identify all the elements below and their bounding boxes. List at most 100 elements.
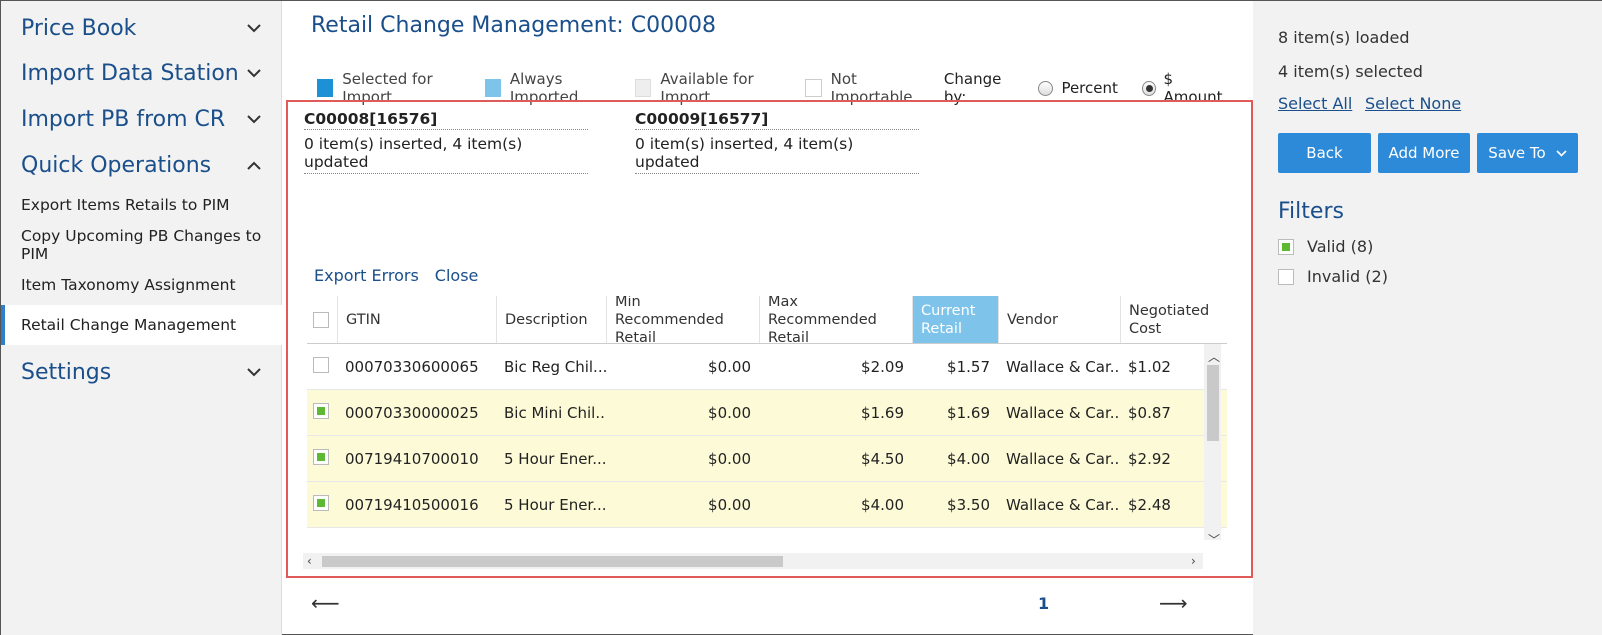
row-checkbox-cell[interactable] [307, 448, 337, 469]
cell-max-retail: $4.00 [861, 495, 904, 514]
sidebar-item-label: Copy Upcoming PB Changes to PIM [21, 227, 262, 263]
scroll-down-icon[interactable]: ﹀ [1208, 531, 1220, 548]
checkbox-checked[interactable] [1278, 238, 1294, 255]
batch-summary: C00009[16577] 0 item(s) inserted, 4 item… [635, 110, 919, 174]
table-row[interactable]: 00070330600065 Bic Reg Chil... $0.00 $2.… [307, 344, 1227, 390]
save-to-label: Save To [1488, 144, 1546, 162]
checkbox[interactable] [1278, 268, 1294, 285]
cell-current-retail: $1.69 [947, 403, 990, 422]
header-gtin[interactable]: GTIN [337, 296, 496, 343]
main-content: Retail Change Management: C00008 Selecte… [283, 1, 1253, 635]
header-max-retail[interactable]: Max Recommended Retail [759, 296, 912, 346]
chevron-down-icon [244, 18, 264, 38]
header-description[interactable]: Description [496, 296, 606, 343]
sidebar-item-export-items-retails[interactable]: Export Items Retails to PIM [1, 185, 282, 225]
radio-icon[interactable] [1038, 80, 1054, 96]
radio-label: Percent [1061, 79, 1118, 97]
nav-settings[interactable]: Settings [1, 349, 282, 395]
results-panel: C00008[16576] 0 item(s) inserted, 4 item… [286, 100, 1253, 578]
horizontal-scroll-thumb[interactable] [322, 556, 783, 567]
cell-negotiated-cost: $2.48 [1128, 495, 1171, 514]
sidebar-item-label: Export Items Retails to PIM [21, 196, 230, 214]
nav-import-pb-from-cr[interactable]: Import PB from CR [1, 96, 282, 142]
table-row[interactable]: 00719410500016 5 Hour Ener... $0.00 $4.0… [307, 482, 1227, 528]
cell-description: 5 Hour Ener... [504, 449, 606, 468]
select-all-link[interactable]: Select All [1278, 94, 1352, 113]
radio-selected-icon[interactable] [1141, 80, 1156, 96]
cell-vendor: Wallace & Car... [1006, 449, 1120, 468]
cell-min-retail: $0.00 [708, 449, 751, 468]
row-checkbox-cell[interactable] [307, 402, 337, 423]
swatch-available [635, 79, 652, 97]
nav-label: Import Data Station [21, 60, 239, 86]
filter-valid[interactable]: Valid (8) [1278, 237, 1373, 256]
filter-label: Valid (8) [1307, 237, 1374, 256]
filter-invalid[interactable]: Invalid (2) [1278, 267, 1388, 286]
batch-title: C00009[16577] [635, 110, 919, 130]
scroll-right-icon[interactable]: › [1191, 554, 1196, 568]
checkbox-checked[interactable] [313, 402, 329, 419]
nav-label: Settings [21, 359, 112, 385]
cell-max-retail: $2.09 [861, 357, 904, 376]
vertical-scroll-thumb[interactable] [1207, 365, 1219, 441]
nav-price-book[interactable]: Price Book [1, 5, 282, 51]
cell-negotiated-cost: $2.92 [1128, 449, 1171, 468]
chevron-down-icon [1556, 149, 1567, 157]
header-negotiated-cost[interactable]: Negotiated Cost [1120, 296, 1209, 343]
nav-label: Import PB from CR [21, 106, 226, 132]
add-more-button[interactable]: Add More [1378, 133, 1470, 173]
cell-description: 5 Hour Ener... [504, 495, 606, 514]
close-link[interactable]: Close [435, 266, 479, 285]
table-row[interactable]: 00070330000025 Bic Mini Chil... $0.00 $1… [307, 390, 1227, 436]
cell-current-retail: $4.00 [947, 449, 990, 468]
cell-description: Bic Reg Chil... [504, 357, 606, 376]
cell-current-retail: $3.50 [947, 495, 990, 514]
cell-max-retail: $4.50 [861, 449, 904, 468]
back-button[interactable]: Back [1278, 133, 1371, 173]
cell-min-retail: $0.00 [708, 403, 751, 422]
nav-label: Quick Operations [21, 152, 212, 178]
header-select-all[interactable] [307, 296, 337, 343]
filters-title: Filters [1278, 199, 1344, 224]
sidebar-item-copy-upcoming-pb[interactable]: Copy Upcoming PB Changes to PIM [1, 225, 282, 265]
nav-quick-operations[interactable]: Quick Operations [1, 142, 282, 188]
chevron-down-icon [244, 109, 264, 129]
checkbox[interactable] [313, 311, 329, 328]
batch-title: C00008[16576] [304, 110, 588, 130]
row-checkbox-cell[interactable] [307, 356, 337, 377]
export-errors-link[interactable]: Export Errors [314, 266, 419, 285]
cell-vendor: Wallace & Car... [1006, 357, 1120, 376]
header-min-retail[interactable]: Min Recommended Retail [606, 296, 759, 346]
cell-negotiated-cost: $0.87 [1128, 403, 1171, 422]
radio-percent[interactable]: Percent [1038, 79, 1118, 97]
batch-summary: C00008[16576] 0 item(s) inserted, 4 item… [304, 110, 588, 174]
batch-status: 0 item(s) inserted, 4 item(s) updated [304, 130, 588, 174]
table-row[interactable]: 00719410700010 5 Hour Ener... $0.00 $4.5… [307, 436, 1227, 482]
scroll-left-icon[interactable]: ‹ [307, 554, 312, 568]
right-panel: 8 item(s) loaded 4 item(s) selected Sele… [1253, 1, 1602, 635]
cell-negotiated-cost: $1.02 [1128, 357, 1171, 376]
table-header: GTIN Description Min Recommended Retail … [307, 296, 1227, 346]
nav-label: Price Book [21, 15, 137, 41]
checkbox-checked[interactable] [313, 448, 329, 465]
sidebar-item-item-taxonomy[interactable]: Item Taxonomy Assignment [1, 265, 282, 305]
nav-import-data-station[interactable]: Import Data Station [1, 50, 282, 96]
checkbox[interactable] [313, 356, 329, 373]
sidebar: Price Book Import Data Station Import PB… [1, 1, 282, 635]
select-none-link[interactable]: Select None [1365, 94, 1461, 113]
header-vendor[interactable]: Vendor [998, 296, 1120, 343]
chevron-up-icon [244, 155, 264, 175]
chevron-down-icon [244, 63, 264, 83]
next-page-arrow-icon[interactable]: ⟶ [1159, 591, 1188, 615]
checkbox-checked[interactable] [313, 494, 329, 511]
row-checkbox-cell[interactable] [307, 494, 337, 515]
save-to-button[interactable]: Save To [1477, 133, 1578, 173]
chevron-down-icon [244, 362, 264, 382]
page-number[interactable]: 1 [1038, 594, 1049, 613]
sidebar-item-retail-change-management[interactable]: Retail Change Management [1, 305, 282, 345]
header-current-retail[interactable]: Current Retail [912, 296, 998, 343]
prev-page-arrow-icon[interactable]: ⟵ [311, 591, 340, 615]
cell-vendor: Wallace & Car... [1006, 495, 1120, 514]
sidebar-item-label: Item Taxonomy Assignment [21, 276, 236, 294]
scroll-up-icon[interactable]: ︿ [1208, 348, 1220, 365]
